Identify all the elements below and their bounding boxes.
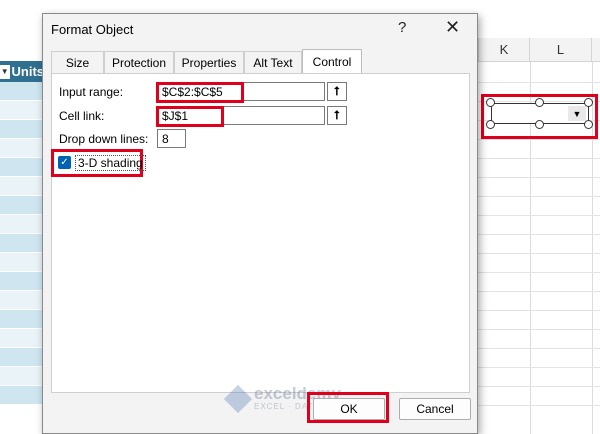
- table-row[interactable]: [0, 234, 44, 253]
- format-object-dialog: Format Object ? ✕ Size Protection Proper…: [42, 13, 478, 434]
- table-row[interactable]: [0, 329, 44, 348]
- table-row[interactable]: [0, 82, 44, 101]
- gridline: [478, 196, 600, 197]
- exceldemy-logo-icon: [223, 384, 253, 413]
- tab-alt-text[interactable]: Alt Text: [244, 51, 302, 73]
- gridline: [478, 253, 600, 254]
- drop-down-lines-field[interactable]: 8: [157, 129, 186, 148]
- table-row[interactable]: [0, 291, 44, 310]
- shading-checkbox-label[interactable]: 3-D shading: [75, 155, 146, 171]
- table-row[interactable]: [0, 177, 44, 196]
- table-row[interactable]: [0, 367, 44, 386]
- column-header-k[interactable]: K: [478, 38, 530, 62]
- gridline: [478, 215, 600, 216]
- resize-handle[interactable]: [584, 120, 593, 129]
- table-row[interactable]: [0, 348, 44, 367]
- units-column-header[interactable]: ▼ Units: [0, 61, 44, 82]
- gridline: [478, 139, 600, 140]
- tab-control[interactable]: Control: [302, 49, 362, 73]
- gridline: [478, 405, 600, 406]
- ok-button[interactable]: OK: [313, 398, 385, 420]
- gridline: [478, 158, 600, 159]
- gridline: [478, 310, 600, 311]
- tab-properties[interactable]: Properties: [174, 51, 244, 73]
- table-row[interactable]: [0, 139, 44, 158]
- gridline: [478, 272, 600, 273]
- resize-handle[interactable]: [486, 120, 495, 129]
- close-icon[interactable]: ✕: [445, 17, 460, 38]
- resize-handle[interactable]: [584, 98, 593, 107]
- table-row[interactable]: [0, 196, 44, 215]
- gridline: [478, 367, 600, 368]
- table-row[interactable]: [0, 120, 44, 139]
- gridline: [478, 291, 600, 292]
- table-row[interactable]: [0, 101, 44, 120]
- table-row[interactable]: [0, 272, 44, 291]
- table-row[interactable]: [0, 253, 44, 272]
- units-column-cells: [0, 82, 44, 420]
- resize-handle[interactable]: [535, 98, 544, 107]
- gridline: [478, 234, 600, 235]
- dropdown-arrow-icon[interactable]: ▼: [568, 106, 586, 121]
- table-row[interactable]: [0, 310, 44, 329]
- input-range-label: Input range:: [59, 85, 124, 99]
- tab-protection[interactable]: Protection: [104, 51, 174, 73]
- units-header-label: Units: [11, 64, 45, 79]
- gridline: [478, 82, 600, 83]
- filter-dropdown-icon[interactable]: ▼: [0, 64, 10, 79]
- gridline: [478, 329, 600, 330]
- gridline: [478, 386, 600, 387]
- column-header-l[interactable]: L: [530, 38, 592, 62]
- drop-down-lines-label: Drop down lines:: [59, 132, 149, 146]
- resize-handle[interactable]: [486, 98, 495, 107]
- cell-link-highlight: [156, 106, 224, 127]
- checkmark-icon[interactable]: ✓: [58, 156, 71, 169]
- table-row[interactable]: [0, 386, 44, 405]
- help-icon[interactable]: ?: [398, 19, 406, 36]
- resize-handle[interactable]: [535, 120, 544, 129]
- collapse-dialog-icon[interactable]: ⭡: [327, 82, 347, 101]
- dialog-title: Format Object: [51, 22, 134, 37]
- collapse-dialog-icon[interactable]: ⭡: [327, 106, 347, 125]
- table-row[interactable]: [0, 158, 44, 177]
- column-header-m[interactable]: [592, 38, 600, 62]
- input-range-highlight: [156, 82, 244, 103]
- tab-size[interactable]: Size: [51, 51, 104, 73]
- table-row[interactable]: [0, 215, 44, 234]
- gridline: [478, 177, 600, 178]
- cancel-button[interactable]: Cancel: [399, 398, 471, 420]
- cell-link-label: Cell link:: [59, 109, 105, 123]
- gridline: [478, 348, 600, 349]
